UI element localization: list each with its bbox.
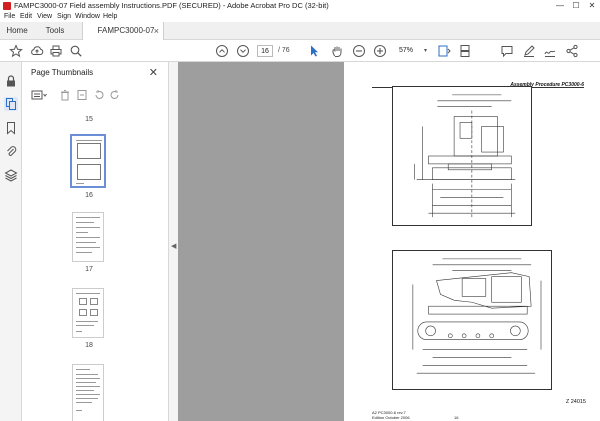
next-page-icon[interactable] <box>236 44 250 58</box>
title-bar: FAMPC3000-07 Field assembly Instructions… <box>0 0 600 12</box>
layers-icon[interactable] <box>4 168 18 182</box>
thumbnail-options-icon[interactable] <box>31 89 47 101</box>
star-icon[interactable] <box>9 44 23 58</box>
cloud-upload-icon[interactable] <box>30 44 44 58</box>
close-icon[interactable]: ✕ <box>149 66 158 79</box>
page-thumbnails-panel: Page Thumbnails ✕ 15 16 17 18 <box>22 62 188 421</box>
thumbnail-label-17: 17 <box>85 266 93 273</box>
toolbar: 16 / 76 57% ▾ <box>0 40 600 62</box>
footer-page-number: 16 <box>454 415 459 420</box>
thumbnail-label-18: 18 <box>85 342 93 349</box>
menu-edit[interactable]: Edit <box>20 12 32 22</box>
previous-page-icon[interactable] <box>215 44 229 58</box>
zoom-out-icon[interactable] <box>352 44 366 58</box>
rotate-clockwise-icon[interactable] <box>109 89 121 101</box>
share-icon[interactable] <box>565 44 579 58</box>
current-page-input[interactable]: 16 <box>257 45 273 57</box>
thumbnail-label-16: 16 <box>85 192 93 199</box>
menu-window[interactable]: Window <box>75 12 100 22</box>
comment-icon[interactable] <box>500 44 514 58</box>
tab-document[interactable]: FAMPC3000-07 Fie... × <box>82 22 164 53</box>
attachment-icon[interactable] <box>4 144 18 158</box>
select-cursor-icon[interactable] <box>307 44 321 58</box>
tab-home[interactable]: Home <box>0 22 34 40</box>
panel-toolbar <box>22 86 168 104</box>
page-thumbnails-icon[interactable] <box>4 97 18 111</box>
menu-bar: File Edit View Sign Window Help <box>0 12 600 22</box>
sign-icon[interactable] <box>543 44 557 58</box>
close-window-button[interactable]: ✕ <box>584 0 600 12</box>
rotate-counterclockwise-icon[interactable] <box>93 89 105 101</box>
menu-file[interactable]: File <box>4 12 15 22</box>
delete-page-icon[interactable] <box>59 89 71 101</box>
chevron-down-icon: ▾ <box>423 48 427 54</box>
thumbnail-label-15: 15 <box>85 116 93 123</box>
thumbnail-page-19[interactable] <box>72 364 104 421</box>
maximize-button[interactable]: ☐ <box>568 0 584 12</box>
minimize-button[interactable]: — <box>552 0 568 12</box>
panel-splitter[interactable]: ◀ <box>168 62 178 421</box>
thumbnail-page-17[interactable] <box>72 212 104 262</box>
lock-icon[interactable] <box>4 74 18 88</box>
footer-edition: Edition October 2006 <box>372 415 410 420</box>
panel-title: Page Thumbnails <box>31 68 94 77</box>
document-viewport[interactable]: Assembly Procedure PC3000-6 Z 24015 A2 P… <box>178 62 600 421</box>
print-icon[interactable] <box>49 44 63 58</box>
thumbnail-page-16[interactable] <box>70 134 106 188</box>
fit-page-icon[interactable] <box>437 44 451 58</box>
total-pages-label: / 76 <box>278 47 290 54</box>
menu-sign[interactable]: Sign <box>57 12 71 22</box>
scroll-mode-icon[interactable] <box>458 44 472 58</box>
menu-help[interactable]: Help <box>103 12 117 22</box>
acrobat-app-icon <box>3 2 11 10</box>
collapse-panel-icon[interactable]: ◀ <box>171 242 176 250</box>
tab-bar: Home Tools FAMPC3000-07 Fie... × <box>0 22 600 53</box>
thumbnail-list: 15 16 17 18 <box>22 106 156 421</box>
thumbnail-page-18[interactable] <box>72 288 104 338</box>
insert-page-icon[interactable] <box>76 89 88 101</box>
search-icon[interactable] <box>69 44 83 58</box>
front-view-drawing <box>392 86 532 226</box>
window-title: FAMPC3000-07 Field assembly Instructions… <box>14 1 329 10</box>
panel-header: Page Thumbnails ✕ <box>22 62 168 84</box>
tab-close-icon[interactable]: × <box>154 22 159 40</box>
zoom-level-select[interactable]: 57% ▾ <box>393 45 429 57</box>
zoom-level-value: 57% <box>399 47 414 54</box>
figure-code: Z 24015 <box>565 399 586 405</box>
bookmark-icon[interactable] <box>4 121 18 135</box>
tab-tools[interactable]: Tools <box>38 22 72 40</box>
menu-view[interactable]: View <box>37 12 52 22</box>
zoom-in-icon[interactable] <box>373 44 387 58</box>
hand-tool-icon[interactable] <box>330 44 344 58</box>
highlight-pen-icon[interactable] <box>522 44 536 58</box>
pdf-page: Assembly Procedure PC3000-6 Z 24015 A2 P… <box>344 62 600 421</box>
navigation-rail <box>0 62 22 421</box>
side-view-drawing <box>392 250 552 390</box>
